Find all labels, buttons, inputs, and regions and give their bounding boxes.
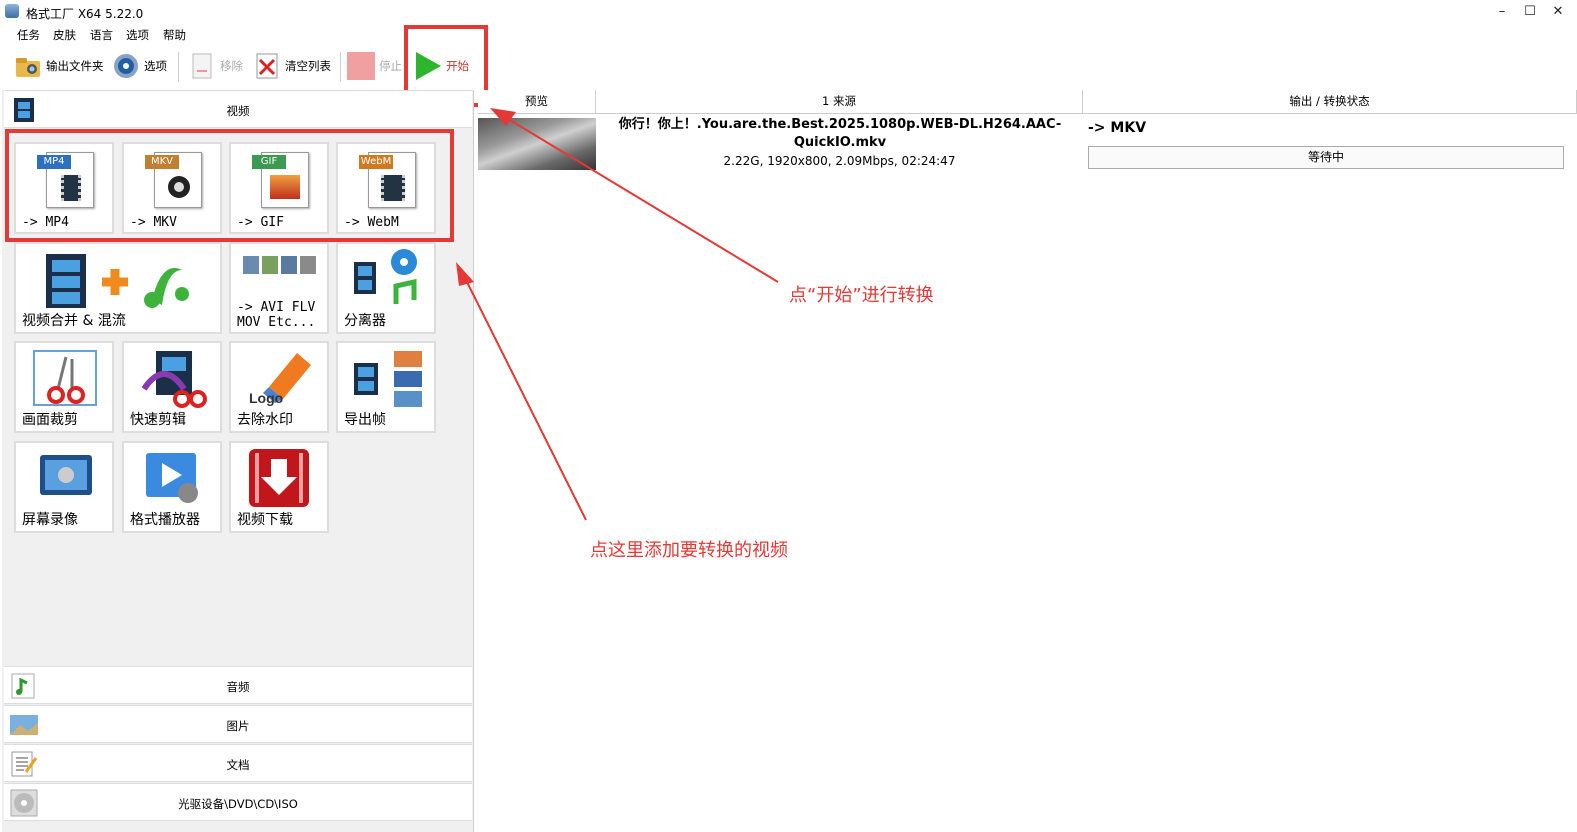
menu-task[interactable]: 任务 xyxy=(17,27,40,43)
stop-icon xyxy=(347,52,375,80)
toolbar-separator xyxy=(340,52,341,82)
merge-icon xyxy=(42,250,212,315)
output-format: -> MKV xyxy=(1088,120,1147,136)
stop-label: 停止 xyxy=(379,59,402,73)
menu-language[interactable]: 语言 xyxy=(90,27,113,43)
category-optical-label: 光驱设备\DVD\CD\ISO xyxy=(178,797,298,811)
minimize-button[interactable]: – xyxy=(1494,4,1510,20)
toolbar-separator xyxy=(178,52,179,82)
download-icon xyxy=(247,447,311,512)
tile-label: 画面裁剪 xyxy=(22,412,78,428)
category-audio-label: 音频 xyxy=(226,680,250,694)
tile-crop[interactable]: 画面裁剪 xyxy=(14,341,114,433)
tile-splitter[interactable]: 分离器 xyxy=(336,242,436,334)
clear-list-label: 清空列表 xyxy=(285,59,331,73)
tile-label: 格式播放器 xyxy=(130,512,200,528)
tile-label: -> AVI FLV MOV Etc... xyxy=(237,300,316,330)
status-progress-bar: 等待中 xyxy=(1088,146,1564,169)
status-text: 等待中 xyxy=(1307,150,1344,164)
output-folder-label: 输出文件夹 xyxy=(46,59,104,73)
folder-icon xyxy=(14,52,42,80)
title-bar: 格式工厂 X64 5.22.0 – ☐ ✕ xyxy=(0,0,1577,24)
window-title: 格式工厂 X64 5.22.0 xyxy=(26,7,144,21)
options-button[interactable]: 选项 xyxy=(112,50,167,82)
gear-icon xyxy=(112,52,140,80)
menu-bar: 任务 皮肤 语言 选项 帮助 xyxy=(0,24,600,44)
category-image[interactable]: 图片 xyxy=(4,705,472,743)
start-hint-annotation: 点“开始”进行转换 xyxy=(789,285,934,306)
tile-label: 屏幕录像 xyxy=(22,512,78,528)
task-row[interactable]: 你行！你上！.You.are.the.Best.2025.1080p.WEB-D… xyxy=(478,116,1577,172)
remove-icon xyxy=(188,52,216,80)
column-preview[interactable]: 预览 xyxy=(478,90,596,114)
splitter-icon xyxy=(352,248,424,311)
tile-remove-watermark[interactable]: Logo 去除水印 xyxy=(229,341,329,433)
menu-skin[interactable]: 皮肤 xyxy=(53,27,76,43)
category-video[interactable]: 视频 xyxy=(4,90,472,128)
export-frames-icon xyxy=(352,349,424,412)
category-video-label: 视频 xyxy=(226,104,250,118)
multi-format-icon xyxy=(243,254,319,279)
category-image-label: 图片 xyxy=(226,719,250,733)
tile-quick-clip[interactable]: 快速剪辑 xyxy=(122,341,222,433)
stop-button[interactable]: 停止 xyxy=(347,50,402,82)
svg-text:Logo: Logo xyxy=(249,390,283,406)
menu-options[interactable]: 选项 xyxy=(126,27,149,43)
options-label: 选项 xyxy=(144,59,167,73)
tile-label: 快速剪辑 xyxy=(130,412,186,428)
tile-label: 视频合并 & 混流 xyxy=(22,313,126,329)
tile-export-frames[interactable]: 导出帧 xyxy=(336,341,436,433)
tile-screen-record[interactable]: 屏幕录像 xyxy=(14,441,114,533)
clear-list-button[interactable]: 清空列表 xyxy=(253,50,331,82)
category-audio[interactable]: 音频 xyxy=(4,666,472,704)
tile-video-merge[interactable]: 视频合并 & 混流 xyxy=(14,242,222,334)
quick-clip-icon xyxy=(141,349,208,412)
tile-label: 分离器 xyxy=(344,313,386,329)
clear-list-icon xyxy=(253,52,281,80)
tile-video-download[interactable]: 视频下载 xyxy=(229,441,329,533)
format-tiles-highlight-box xyxy=(5,129,454,242)
remove-button[interactable]: 移除 xyxy=(188,50,243,82)
tile-label: 视频下载 xyxy=(237,512,293,528)
output-folder-button[interactable]: 输出文件夹 xyxy=(14,50,104,82)
eraser-icon: Logo xyxy=(249,347,315,410)
category-document[interactable]: 文档 xyxy=(4,744,472,782)
column-source[interactable]: 1 来源 xyxy=(596,90,1083,114)
app-icon xyxy=(5,4,19,18)
column-output-status[interactable]: 输出 / 转换状态 xyxy=(1083,90,1577,114)
crop-scissors-icon xyxy=(32,349,98,412)
maximize-button[interactable]: ☐ xyxy=(1522,4,1538,20)
player-icon xyxy=(144,451,204,510)
remove-label: 移除 xyxy=(220,59,243,73)
category-document-label: 文档 xyxy=(226,758,250,772)
source-info: 2.22G, 1920x800, 2.09Mbps, 02:24:47 xyxy=(723,154,956,168)
add-hint-annotation: 点这里添加要转换的视频 xyxy=(590,540,788,561)
tile-label: 去除水印 xyxy=(237,412,293,428)
tile-label: 导出帧 xyxy=(344,412,386,428)
tile-format-player[interactable]: 格式播放器 xyxy=(122,441,222,533)
source-filename: 你行！你上！.You.are.the.Best.2025.1080p.WEB-D… xyxy=(618,117,1062,148)
tile-avi-flv-mov[interactable]: -> AVI FLV MOV Etc... xyxy=(229,242,329,334)
menu-help[interactable]: 帮助 xyxy=(163,27,186,43)
preview-thumbnail xyxy=(478,118,596,170)
screen-record-icon xyxy=(38,453,94,506)
category-optical-disc[interactable]: 光驱设备\DVD\CD\ISO xyxy=(4,783,472,821)
close-button[interactable]: ✕ xyxy=(1550,4,1566,20)
